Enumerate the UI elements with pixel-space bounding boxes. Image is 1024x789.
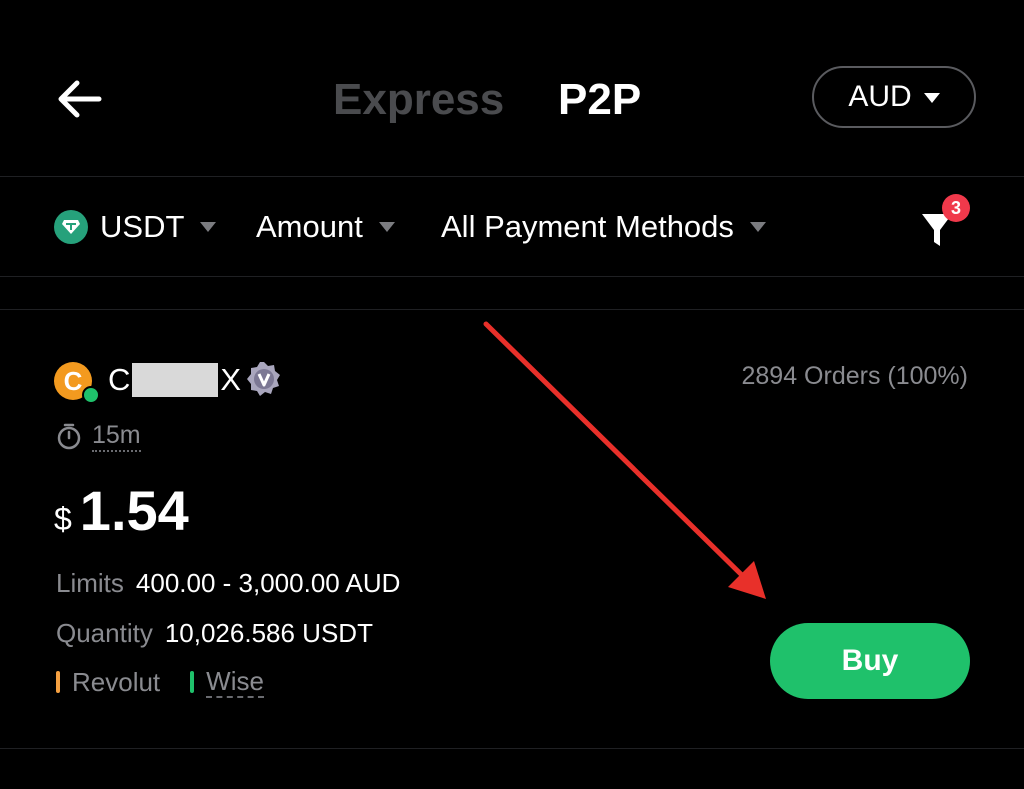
online-status-dot: [82, 386, 100, 404]
price-value: 1.54: [79, 479, 189, 542]
caret-down-icon: [378, 222, 395, 232]
payment-color-bar: [56, 671, 60, 693]
card-bottom-divider: [0, 748, 1024, 749]
currency-selector[interactable]: AUD: [812, 66, 976, 128]
caret-down-icon: [923, 93, 940, 103]
tab-p2p[interactable]: P2P: [558, 72, 641, 128]
payment-method-filter[interactable]: All Payment Methods: [441, 200, 766, 254]
buy-button[interactable]: Buy: [770, 623, 970, 699]
coin-filter[interactable]: USDT: [54, 200, 217, 254]
quantity-label: Quantity: [56, 617, 153, 648]
quantity-value: 10,026.586 USDT: [164, 617, 373, 648]
stopwatch-icon: [57, 423, 81, 450]
payment-method-label: Wise: [206, 666, 264, 698]
merchant-name[interactable]: C X: [108, 360, 241, 400]
arrow-left-icon: [58, 80, 102, 118]
verified-merchant-icon: [247, 362, 280, 396]
merchant-name-end: X: [220, 362, 242, 397]
payment-time-limit: 15m: [56, 418, 141, 454]
payment-method-label: Revolut: [72, 666, 161, 697]
payment-methods-list: Revolut Wise: [56, 664, 294, 700]
limits-row: Limits 400.00 - 3,000.00 AUD: [56, 565, 400, 601]
filter-divider: [0, 276, 1024, 277]
payment-method-filter-label: All Payment Methods: [441, 209, 734, 244]
header-divider: [0, 176, 1024, 177]
caret-down-icon: [749, 222, 766, 232]
tab-express[interactable]: Express: [333, 72, 504, 128]
merchant-orders-stat: 2894 Orders (100%): [741, 362, 968, 390]
limits-value: 400.00 - 3,000.00 AUD: [135, 567, 401, 598]
amount-filter-label: Amount: [256, 209, 363, 244]
back-button[interactable]: [44, 64, 114, 134]
currency-label: AUD: [848, 80, 912, 113]
payment-method-wise[interactable]: Wise: [190, 666, 264, 698]
limits-label: Limits: [56, 567, 124, 598]
merchant-name-start: C: [108, 362, 131, 397]
payment-time-text: 15m: [92, 420, 141, 452]
price: $ 1.54: [54, 478, 189, 548]
quantity-row: Quantity 10,026.586 USDT: [56, 615, 373, 651]
caret-down-icon: [200, 222, 217, 232]
redacted-block: [132, 363, 219, 397]
payment-method-revolut: Revolut: [56, 667, 160, 698]
price-currency-symbol: $: [54, 501, 72, 537]
amount-filter[interactable]: Amount: [256, 200, 395, 254]
payment-color-bar: [190, 671, 195, 693]
card-top-divider: [0, 309, 1024, 310]
tether-icon: [54, 210, 88, 244]
coin-filter-label: USDT: [100, 209, 185, 244]
filter-count-badge: 3: [942, 194, 970, 222]
